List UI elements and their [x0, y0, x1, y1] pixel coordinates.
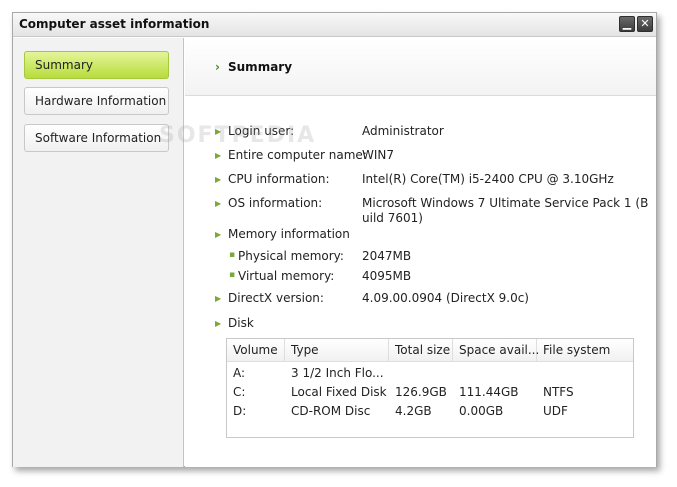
close-button[interactable]: ✕: [637, 16, 653, 32]
os-value-line1: Microsoft Windows 7 Ultimate Service Pac…: [362, 196, 649, 210]
virtual-memory-value: 4095MB: [362, 269, 412, 283]
cell-type: CD-ROM Disc: [291, 404, 371, 418]
computer-name-value: WIN7: [362, 148, 395, 162]
asset-info-window: Computer asset information ▁ ✕ Summary H…: [12, 12, 657, 467]
bullet-arrow-icon: ▶: [215, 230, 222, 239]
cell-space-available: 0.00GB: [459, 404, 504, 418]
os-label: OS information:: [228, 196, 323, 210]
cell-type: Local Fixed Disk: [291, 385, 387, 399]
watermark-text: SOFTPEDIA: [159, 123, 317, 148]
cpu-value: Intel(R) Core(TM) i5-2400 CPU @ 3.10GHz: [362, 172, 614, 186]
main-panel: › Summary ▶ Login user: Administrator ▶ …: [185, 38, 656, 467]
cell-volume: A:: [233, 366, 246, 380]
physical-memory-label: Physical memory:: [238, 249, 344, 263]
bullet-dot-icon: ▪: [229, 250, 236, 260]
cell-file-system: NTFS: [543, 385, 574, 399]
nav-software-information-button[interactable]: Software Information: [24, 124, 169, 152]
nav-hardware-information-button[interactable]: Hardware Information: [24, 87, 169, 115]
os-value-line2: uild 7601): [362, 211, 423, 225]
title-bar[interactable]: Computer asset information ▁ ✕: [13, 13, 656, 37]
bullet-arrow-icon: ▶: [215, 294, 222, 303]
directx-value: 4.09.00.0904 (DirectX 9.0c): [362, 291, 529, 305]
bullet-arrow-icon: ▶: [215, 199, 222, 208]
minimize-button[interactable]: ▁: [619, 16, 635, 32]
computer-name-label: Entire computer name:: [228, 148, 367, 162]
disk-label: Disk: [228, 316, 254, 330]
cell-file-system: UDF: [543, 404, 568, 418]
cell-volume: D:: [233, 404, 247, 418]
column-header-space-available[interactable]: Space avail...: [453, 339, 539, 362]
column-header-total-size[interactable]: Total size: [389, 339, 453, 362]
window-title: Computer asset information: [19, 17, 210, 31]
column-header-type[interactable]: Type: [285, 339, 389, 362]
column-header-volume[interactable]: Volume: [227, 339, 285, 362]
cell-type: 3 1/2 Inch Flo...: [291, 366, 384, 380]
chevron-right-icon: ›: [215, 60, 220, 74]
cell-space-available: 111.44GB: [459, 385, 519, 399]
bullet-arrow-icon: ▶: [215, 319, 222, 328]
nav-summary-button[interactable]: Summary: [24, 51, 169, 79]
bullet-arrow-icon: ▶: [215, 151, 222, 160]
summary-title: Summary: [228, 60, 293, 74]
memory-label: Memory information: [228, 227, 350, 241]
directx-label: DirectX version:: [228, 291, 324, 305]
bullet-arrow-icon: ▶: [215, 175, 222, 184]
cell-volume: C:: [233, 385, 246, 399]
login-user-value: Administrator: [362, 124, 444, 138]
sidebar: Summary Hardware Information Software In…: [13, 38, 184, 467]
bullet-dot-icon: ▪: [229, 270, 236, 280]
disk-table-header: Volume Type Total size Space avail... Fi…: [227, 339, 633, 362]
column-header-file-system[interactable]: File system: [537, 339, 633, 362]
virtual-memory-label: Virtual memory:: [238, 269, 335, 283]
cell-total-size: 4.2GB: [395, 404, 432, 418]
cell-total-size: 126.9GB: [395, 385, 447, 399]
physical-memory-value: 2047MB: [362, 249, 412, 263]
cpu-label: CPU information:: [228, 172, 330, 186]
disk-table[interactable]: Volume Type Total size Space avail... Fi…: [226, 338, 634, 438]
summary-header: › Summary: [185, 38, 656, 96]
